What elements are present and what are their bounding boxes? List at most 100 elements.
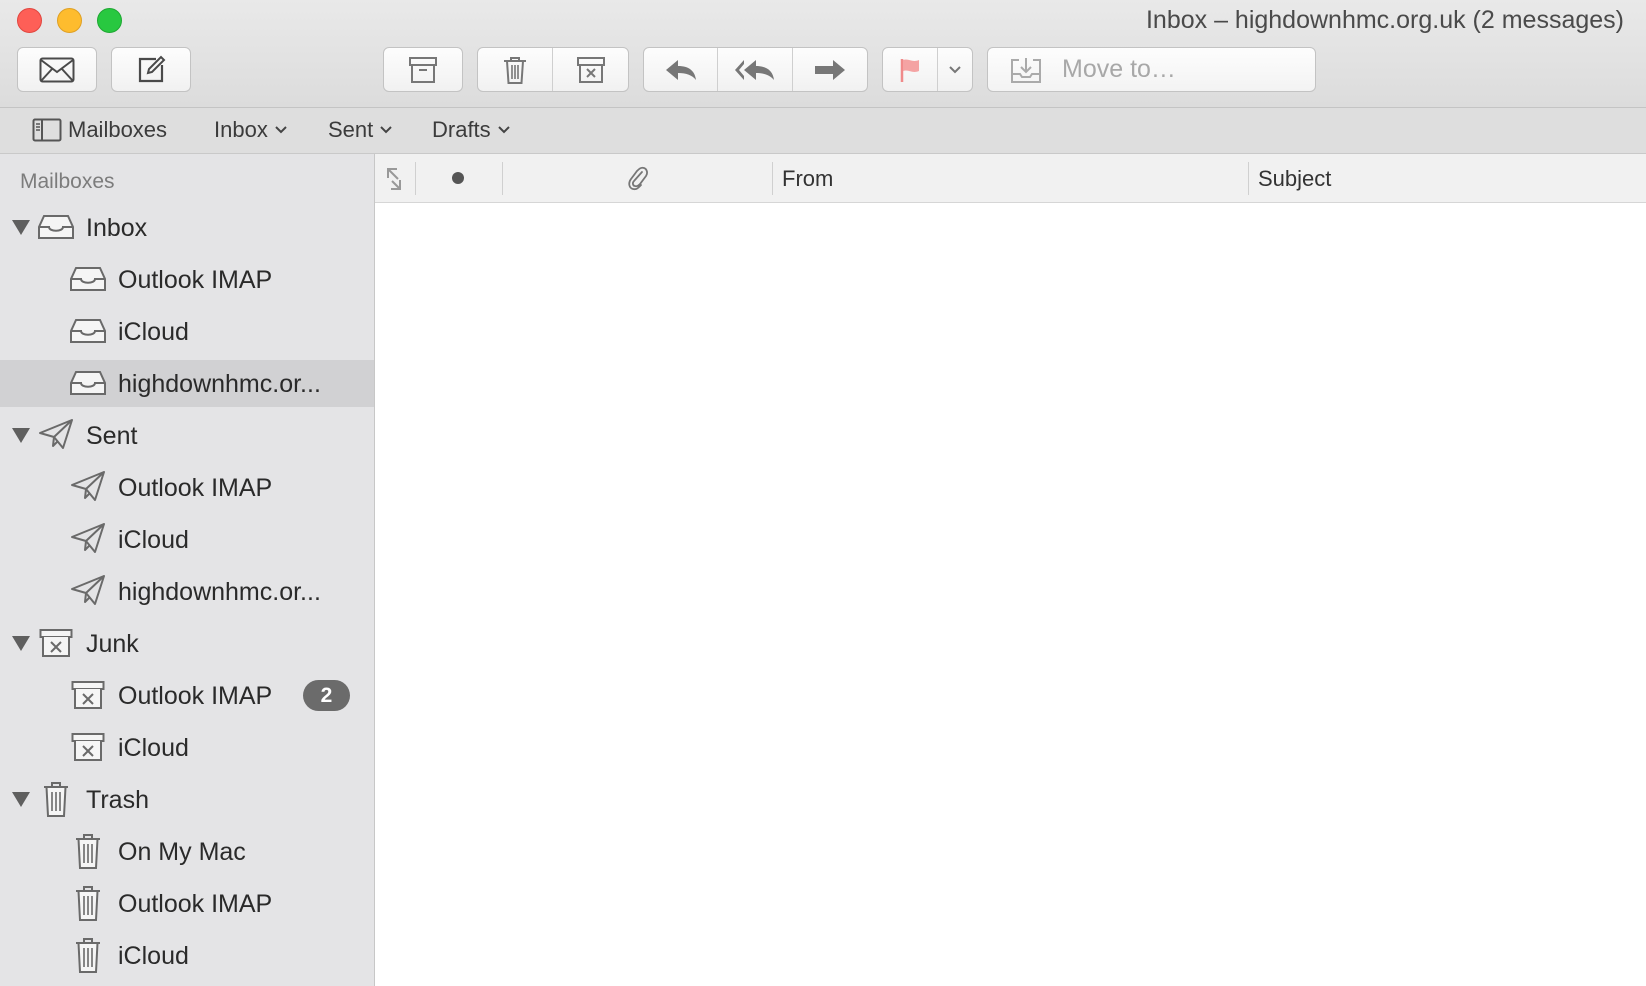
trash-can-icon — [74, 936, 102, 974]
attachment-column-header[interactable] — [627, 166, 649, 198]
paper-plane-icon — [70, 470, 106, 502]
sidebar-group-label: Junk — [86, 630, 139, 658]
sidebar-item-inbox-highdown[interactable]: highdownhmc.or... — [0, 360, 374, 407]
chevron-down-icon — [275, 126, 287, 134]
mailboxes-toggle-button[interactable]: Mailboxes — [32, 117, 167, 143]
junk-box-icon — [71, 732, 105, 762]
column-separator[interactable] — [1248, 162, 1249, 195]
from-column-header[interactable]: From — [782, 166, 833, 192]
column-separator[interactable] — [502, 162, 503, 195]
expand-arrows-icon — [387, 168, 401, 190]
compose-button[interactable] — [111, 47, 191, 92]
move-to-button[interactable]: Move to… — [987, 47, 1316, 92]
reply-all-arrow-icon — [735, 59, 775, 80]
sidebar-item-label: On My Mac — [118, 838, 246, 866]
disclosure-triangle-icon[interactable] — [12, 792, 30, 807]
inbox-tray-icon — [69, 265, 107, 293]
unread-dot-icon[interactable] — [452, 172, 464, 184]
favorite-inbox-button[interactable]: Inbox — [214, 117, 288, 143]
chevron-down-icon — [380, 126, 392, 134]
sidebar-item-sent-icloud[interactable]: iCloud — [0, 516, 374, 563]
message-list[interactable]: From Subject — [375, 154, 1646, 986]
paperclip-icon — [628, 166, 648, 191]
move-to-tray-icon — [1011, 57, 1041, 83]
reply-arrow-icon — [665, 59, 696, 80]
get-mail-button[interactable] — [17, 47, 97, 92]
sidebar-group-sent[interactable]: Sent — [0, 412, 374, 459]
window-title: Inbox – highdownhmc.org.uk (2 messages) — [1145, 6, 1624, 34]
paper-plane-icon — [70, 574, 106, 606]
thread-column-header[interactable] — [385, 166, 403, 198]
delete-junk-segment — [477, 47, 629, 92]
inbox-tray-icon — [37, 213, 75, 241]
window-toolbar: Inbox – highdownhmc.org.uk (2 messages) — [0, 0, 1646, 108]
subject-column-header[interactable]: Subject — [1258, 166, 1331, 192]
unread-count-badge: 2 — [303, 680, 350, 711]
sidebar-group-label: Trash — [86, 786, 149, 814]
junk-button[interactable] — [553, 48, 628, 91]
zoom-window-button[interactable] — [97, 8, 122, 33]
sidebar-group-junk[interactable]: Junk — [0, 620, 374, 667]
sidebar-item-label: highdownhmc.or... — [118, 370, 321, 398]
junk-box-icon — [39, 628, 73, 658]
sidebar-group-label: Inbox — [86, 214, 148, 242]
favorite-inbox-label: Inbox — [214, 117, 268, 142]
mailbox-sidebar: Mailboxes Inbox Outlook IMAP iCloud high… — [0, 154, 375, 986]
column-header-bar: From Subject — [375, 154, 1646, 203]
reply-all-button[interactable] — [718, 48, 793, 91]
sidebar-item-label: iCloud — [118, 734, 189, 762]
reply-button[interactable] — [644, 48, 719, 91]
disclosure-triangle-icon[interactable] — [12, 220, 30, 235]
sidebar-item-sent-highdown[interactable]: highdownhmc.or... — [0, 568, 374, 615]
favorite-sent-button[interactable]: Sent — [328, 117, 393, 143]
favorites-bar: Mailboxes Inbox Sent Drafts — [0, 108, 1646, 154]
sidebar-header: Mailboxes — [20, 170, 115, 193]
move-to-placeholder: Move to… — [1062, 55, 1176, 83]
compose-icon — [138, 55, 166, 82]
column-separator[interactable] — [772, 162, 773, 195]
sidebar-item-label: Outlook IMAP — [118, 890, 273, 918]
sidebar-toggle-icon — [32, 118, 62, 142]
sidebar-item-inbox-icloud[interactable]: iCloud — [0, 308, 374, 355]
column-separator[interactable] — [415, 162, 416, 195]
sidebar-item-inbox-outlook[interactable]: Outlook IMAP — [0, 256, 374, 303]
sidebar-item-trash-onmymac[interactable]: On My Mac — [0, 828, 374, 875]
flag-segment — [882, 47, 973, 92]
sidebar-item-label: iCloud — [118, 526, 189, 554]
trash-can-icon — [74, 832, 102, 870]
forward-button[interactable] — [793, 48, 867, 91]
sidebar-group-trash[interactable]: Trash — [0, 776, 374, 823]
sidebar-item-junk-icloud[interactable]: iCloud — [0, 724, 374, 771]
sidebar-item-label: highdownhmc.or... — [118, 578, 321, 606]
disclosure-triangle-icon[interactable] — [12, 428, 30, 443]
flag-icon — [900, 58, 919, 82]
minimize-window-button[interactable] — [57, 8, 82, 33]
sidebar-item-trash-icloud[interactable]: iCloud — [0, 932, 374, 979]
sidebar-group-inbox[interactable]: Inbox — [0, 204, 374, 251]
favorite-sent-label: Sent — [328, 117, 374, 142]
archive-button[interactable] — [383, 47, 463, 92]
sidebar-item-label: Outlook IMAP — [118, 266, 273, 294]
favorite-drafts-label: Drafts — [432, 117, 491, 142]
flag-menu-button[interactable] — [938, 48, 972, 91]
sidebar-item-trash-outlook[interactable]: Outlook IMAP — [0, 880, 374, 927]
paper-plane-icon — [38, 418, 74, 450]
sidebar-item-junk-outlook[interactable]: Outlook IMAP 2 — [0, 672, 374, 719]
junk-box-icon — [71, 680, 105, 710]
disclosure-triangle-icon[interactable] — [12, 636, 30, 651]
sidebar-item-label: iCloud — [118, 318, 189, 346]
inbox-tray-icon — [69, 317, 107, 345]
paper-plane-icon — [70, 522, 106, 554]
sidebar-item-label: Outlook IMAP — [118, 682, 273, 710]
chevron-down-icon — [949, 65, 961, 73]
chevron-down-icon — [497, 126, 510, 134]
favorite-drafts-button[interactable]: Drafts — [432, 117, 511, 143]
delete-button[interactable] — [478, 48, 553, 91]
mailboxes-label: Mailboxes — [68, 117, 168, 142]
sidebar-item-sent-outlook[interactable]: Outlook IMAP — [0, 464, 374, 511]
sidebar-group-label: Sent — [86, 422, 138, 450]
close-window-button[interactable] — [17, 8, 42, 33]
trash-can-icon — [42, 780, 70, 818]
sidebar-item-label: Outlook IMAP — [118, 474, 273, 502]
flag-button[interactable] — [883, 48, 938, 91]
